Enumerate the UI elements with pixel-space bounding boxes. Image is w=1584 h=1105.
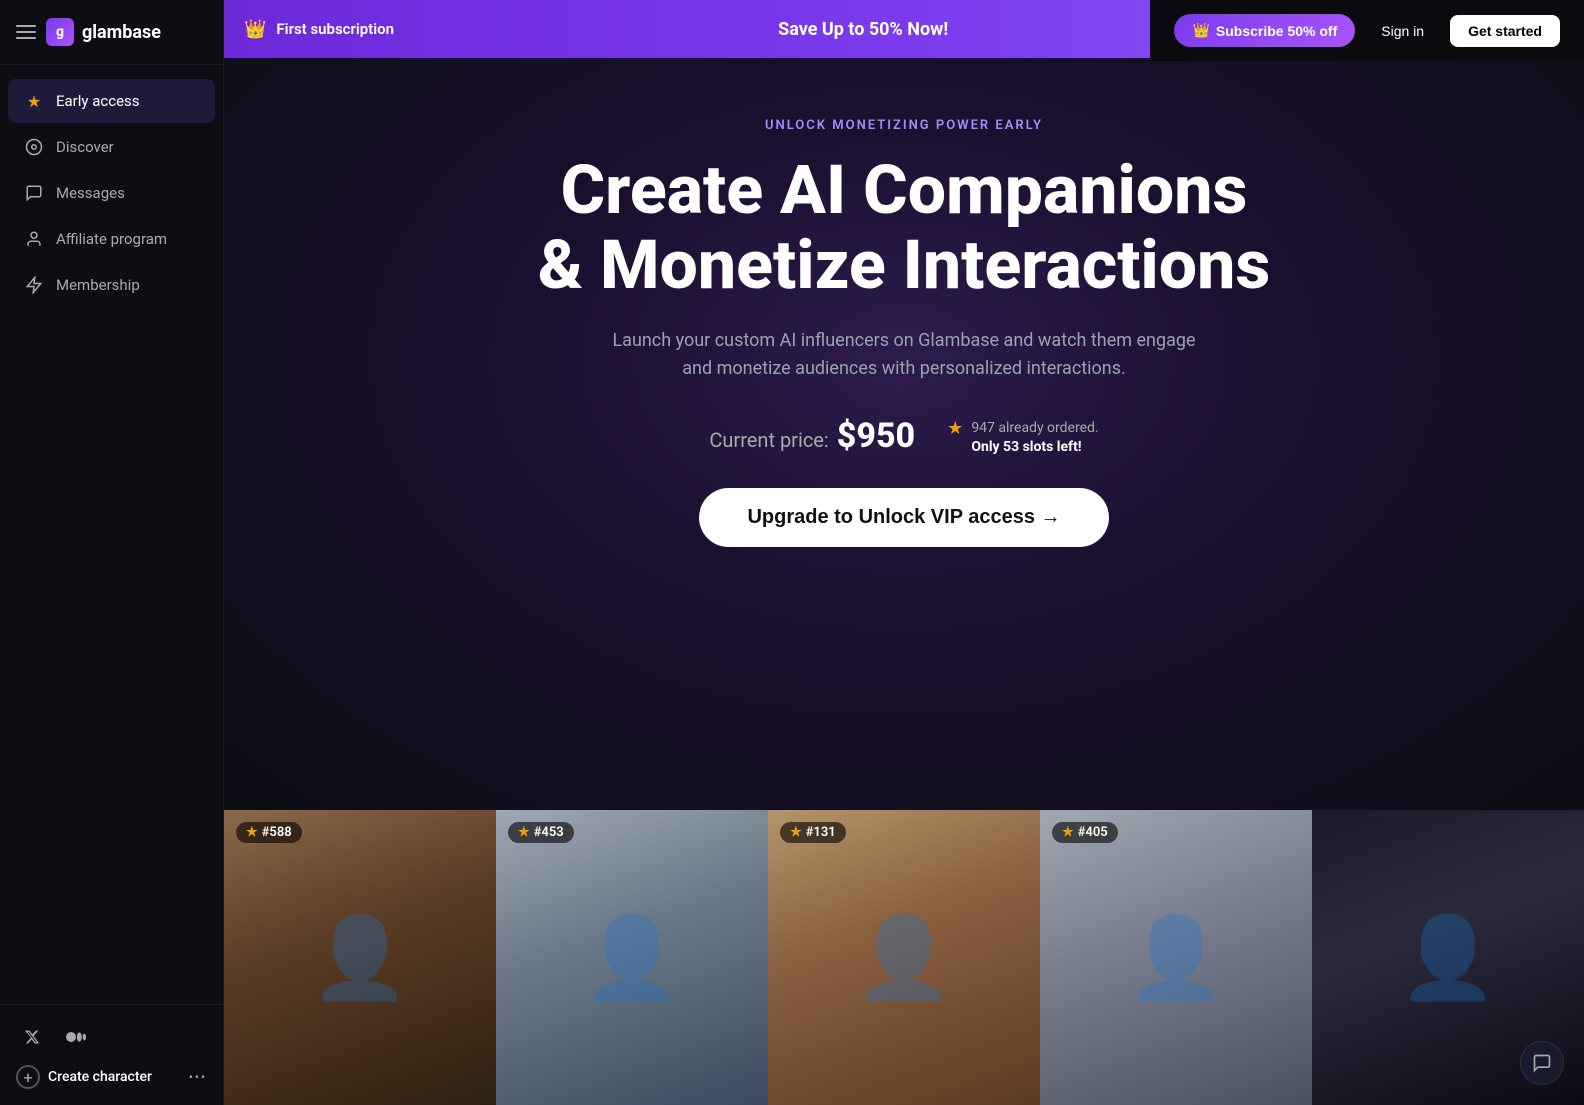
more-options-icon[interactable]: ••• (189, 1070, 207, 1084)
photo-card-3: 👤 ★ #131 (768, 810, 1040, 1105)
sidebar-item-affiliate[interactable]: Affiliate program (8, 217, 215, 261)
price-row: Current price: $950 ★ 947 already ordere… (709, 416, 1098, 456)
face-image-3: 👤 (768, 810, 1040, 1105)
discover-icon (24, 137, 44, 157)
face-image-4: 👤 (1040, 810, 1312, 1105)
hero-title-line2: & Monetize Interactions (538, 225, 1270, 305)
sidebar-header: g glambase (0, 0, 223, 65)
sidebar-label-early-access: Early access (56, 92, 140, 110)
photo-badge-1: ★ #588 (236, 822, 302, 843)
hero-title: Create AI Companions & Monetize Interact… (538, 153, 1270, 303)
twitter-link[interactable] (16, 1021, 48, 1053)
orders-info: ★ 947 already ordered. Only 53 slots lef… (947, 418, 1098, 455)
face-image-2: 👤 (496, 810, 768, 1105)
sidebar-label-membership: Membership (56, 276, 140, 294)
photo-card-2: 👤 ★ #453 (496, 810, 768, 1105)
badge-star-4: ★ (1062, 825, 1074, 840)
subscribe-button[interactable]: 👑 Subscribe 50% off (1174, 14, 1355, 47)
orders-star-icon: ★ (947, 418, 963, 439)
hero-title-line1: Create AI Companions (561, 150, 1248, 230)
badge-rank-3: #131 (806, 825, 836, 840)
orders-text-block: 947 already ordered. Only 53 slots left! (971, 418, 1098, 455)
price-display: Current price: $950 (709, 416, 915, 456)
orders-slots: Only 53 slots left! (971, 439, 1098, 455)
badge-star-1: ★ (246, 825, 258, 840)
photo-strip: 👤 ★ #588 👤 ★ #453 👤 ★ #131 👤 ★ #405 (224, 810, 1584, 1105)
create-character-label[interactable]: Create character (48, 1069, 152, 1085)
hamburger-menu[interactable] (16, 25, 36, 39)
logo-text: glambase (82, 22, 161, 43)
sidebar-label-messages: Messages (56, 184, 125, 202)
price-label: Current price: (709, 428, 828, 452)
top-header: 👑 Subscribe 50% off Sign in Get started (1150, 0, 1584, 61)
chat-support-button[interactable] (1520, 1041, 1564, 1085)
medium-link[interactable] (60, 1021, 92, 1053)
logo-icon: g (46, 18, 74, 46)
getstarted-button[interactable]: Get started (1450, 15, 1560, 47)
sidebar-item-discover[interactable]: Discover (8, 125, 215, 169)
banner-subscription-info: 👑 First subscription (244, 19, 394, 40)
banner-subscription-label: First subscription (276, 20, 394, 38)
orders-count: 947 already ordered. (971, 418, 1098, 439)
badge-star-3: ★ (790, 825, 802, 840)
affiliate-icon (24, 229, 44, 249)
hero-section: UNLOCK MONETIZING POWER EARLY Create AI … (224, 58, 1584, 810)
photo-badge-4: ★ #405 (1052, 822, 1118, 843)
logo: g glambase (46, 18, 161, 46)
photo-card-1: 👤 ★ #588 (224, 810, 496, 1105)
vip-access-button[interactable]: Upgrade to Unlock VIP access → (699, 488, 1108, 547)
subscribe-label: Subscribe 50% off (1216, 23, 1337, 39)
sidebar: g glambase ★ Early access Discover Messa… (0, 0, 224, 1105)
badge-star-2: ★ (518, 825, 530, 840)
main-content: 👑 Subscribe 50% off Sign in Get started … (224, 0, 1584, 1105)
badge-rank-2: #453 (534, 825, 564, 840)
face-image-1: 👤 (224, 810, 496, 1105)
photo-card-4: 👤 ★ #405 (1040, 810, 1312, 1105)
photo-badge-3: ★ #131 (780, 822, 846, 843)
banner-save-text: Save Up to 50% Now! (778, 19, 948, 40)
badge-rank-1: #588 (262, 825, 292, 840)
create-character-plus[interactable]: + (16, 1065, 40, 1089)
badge-rank-4: #405 (1078, 825, 1108, 840)
sidebar-label-affiliate: Affiliate program (56, 230, 167, 248)
create-character-row: + Create character ••• (16, 1065, 207, 1089)
sidebar-item-membership[interactable]: Membership (8, 263, 215, 307)
price-amount: $950 (837, 416, 915, 456)
photo-badge-2: ★ #453 (508, 822, 574, 843)
sidebar-nav: ★ Early access Discover Messages Affilia… (0, 65, 223, 1004)
subscribe-crown-icon: 👑 (1192, 22, 1209, 39)
social-links (16, 1021, 207, 1053)
star-icon: ★ (24, 91, 44, 111)
membership-icon (24, 275, 44, 295)
sidebar-item-messages[interactable]: Messages (8, 171, 215, 215)
unlock-label: UNLOCK MONETIZING POWER EARLY (765, 118, 1043, 133)
sidebar-item-early-access[interactable]: ★ Early access (8, 79, 215, 123)
signin-button[interactable]: Sign in (1367, 15, 1438, 47)
messages-icon (24, 183, 44, 203)
sidebar-footer: + Create character ••• (0, 1004, 223, 1105)
sidebar-label-discover: Discover (56, 138, 114, 156)
hero-subtitle: Launch your custom AI influencers on Gla… (604, 327, 1204, 385)
banner-crown-icon: 👑 (244, 19, 266, 40)
